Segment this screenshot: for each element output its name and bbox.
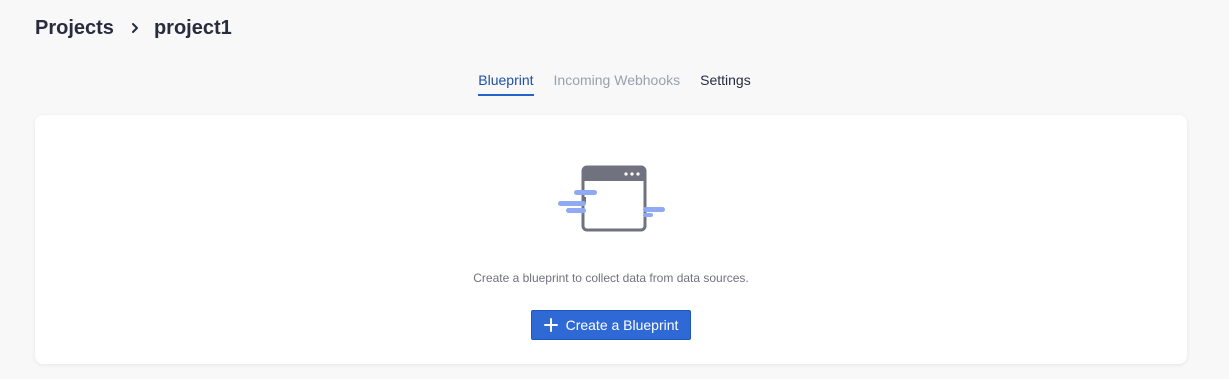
empty-state-card: Create a blueprint to collect data from … <box>35 115 1187 364</box>
tab-blueprint[interactable]: Blueprint <box>478 70 534 96</box>
page: Projects project1 Blueprint Incoming Web… <box>0 0 1229 379</box>
create-blueprint-button[interactable]: Create a Blueprint <box>531 310 691 340</box>
chevron-right-icon <box>128 21 142 35</box>
browser-window-icon <box>558 165 665 232</box>
breadcrumb-projects-link[interactable]: Projects <box>35 17 114 40</box>
tab-settings[interactable]: Settings <box>700 70 751 96</box>
breadcrumb-current-project: project1 <box>153 16 232 39</box>
breadcrumb: Projects project1 <box>35 15 232 41</box>
plus-icon <box>543 318 558 332</box>
tab-incoming-webhooks[interactable]: Incoming Webhooks <box>554 70 681 96</box>
tab-bar: Blueprint Incoming Webhooks Settings <box>0 70 1229 96</box>
empty-state-message: Create a blueprint to collect data from … <box>473 271 749 285</box>
create-blueprint-label: Create a Blueprint <box>565 317 679 333</box>
